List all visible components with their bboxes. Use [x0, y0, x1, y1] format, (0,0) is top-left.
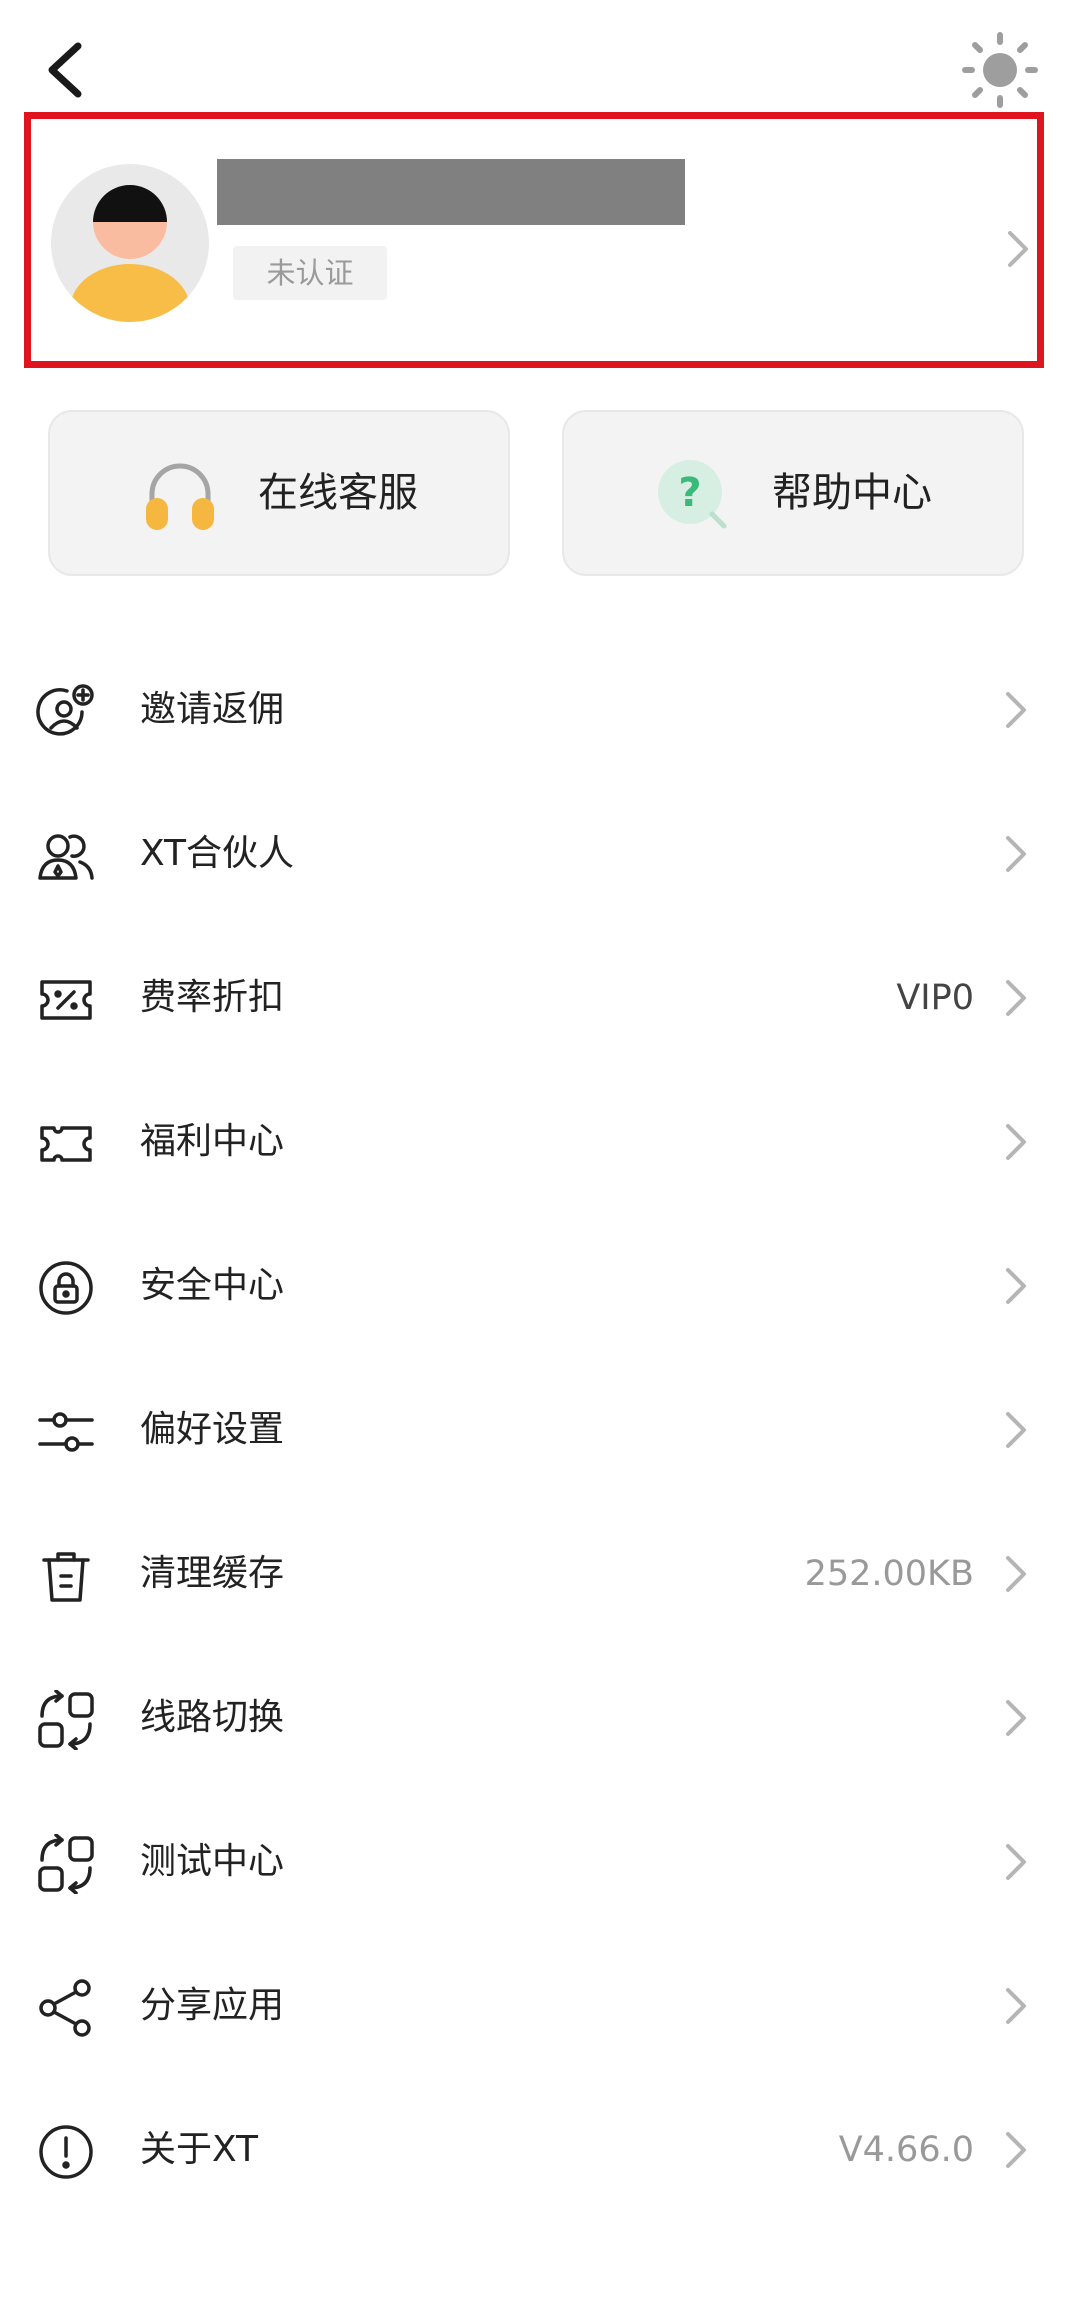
menu-item-invite[interactable]: 邀请返佣: [0, 638, 1080, 782]
switch-route-icon: [38, 1834, 94, 1894]
chevron-right-icon: [1006, 2132, 1026, 2168]
chevron-right-icon: [1006, 1844, 1026, 1880]
menu-label: 费率折扣: [140, 977, 285, 1018]
vip-level: VIP0: [896, 978, 974, 1018]
online-service-button[interactable]: 在线客服: [48, 410, 510, 576]
menu-item-about[interactable]: 关于XT V4.66.0: [0, 2078, 1080, 2222]
lock-icon: [39, 1261, 93, 1315]
avatar: [51, 164, 209, 322]
menu-label: 偏好设置: [140, 1409, 285, 1450]
chevron-right-icon: [1006, 1700, 1026, 1736]
menu-label: 测试中心: [140, 1841, 285, 1882]
username-redacted: [217, 159, 685, 225]
chevron-right-icon: [1006, 692, 1026, 728]
headset-icon: [146, 463, 214, 530]
menu-item-share[interactable]: 分享应用: [0, 1934, 1080, 2078]
menu-item-test-center[interactable]: 测试中心: [0, 1790, 1080, 1934]
menu-item-fee-discount[interactable]: 费率折扣 VIP0: [0, 926, 1080, 1070]
coupon-icon: [40, 1126, 92, 1162]
menu-label: 分享应用: [140, 1985, 285, 2026]
chevron-right-icon: [1006, 1412, 1026, 1448]
online-service-label: 在线客服: [258, 470, 418, 516]
menu-label: 安全中心: [140, 1265, 285, 1306]
chevron-right-icon: [1006, 1556, 1026, 1592]
menu-label: 清理缓存: [140, 1553, 285, 1594]
chevron-right-icon: [1006, 836, 1026, 872]
chevron-right-icon: [1006, 980, 1026, 1016]
menu-label: 关于XT: [140, 2129, 259, 2170]
menu-label: XT合伙人: [140, 833, 295, 874]
help-center-label: 帮助中心: [772, 470, 932, 516]
menu-item-preferences[interactable]: 偏好设置: [0, 1358, 1080, 1502]
chevron-right-icon: [1008, 231, 1028, 267]
menu-label: 福利中心: [140, 1121, 285, 1162]
chevron-right-icon: [1006, 1268, 1026, 1304]
trash-icon: [42, 1552, 90, 1602]
menu-item-security[interactable]: 安全中心: [0, 1214, 1080, 1358]
cache-size: 252.00KB: [804, 1554, 974, 1594]
svg-text:?: ?: [678, 470, 701, 516]
sun-icon[interactable]: [962, 32, 1038, 108]
verification-badge[interactable]: 未认证: [233, 246, 387, 300]
menu-item-partner[interactable]: XT合伙人: [0, 782, 1080, 926]
menu-item-welfare[interactable]: 福利中心: [0, 1070, 1080, 1214]
share-icon: [39, 1979, 91, 2037]
partners-icon: [38, 834, 94, 880]
menu-item-clear-cache[interactable]: 清理缓存 252.00KB: [0, 1502, 1080, 1646]
chevron-right-icon: [1006, 1124, 1026, 1160]
help-center-button[interactable]: ? 帮助中心: [562, 410, 1024, 576]
sliders-icon: [38, 1412, 94, 1452]
app-version: V4.66.0: [838, 2130, 974, 2170]
invite-user-icon: [36, 684, 94, 736]
menu-label: 邀请返佣: [140, 689, 285, 730]
top-bar: [0, 0, 1080, 120]
menu-item-route-switch[interactable]: 线路切换: [0, 1646, 1080, 1790]
menu-label: 线路切换: [140, 1697, 285, 1738]
help-question-icon: ?: [658, 460, 727, 529]
info-icon: [39, 2125, 93, 2179]
profile-card[interactable]: 未认证: [24, 112, 1044, 368]
chevron-right-icon: [1006, 1988, 1026, 2024]
chevron-left-icon[interactable]: [42, 40, 86, 100]
discount-ticket-icon: [40, 980, 92, 1020]
switch-route-icon: [38, 1690, 94, 1750]
